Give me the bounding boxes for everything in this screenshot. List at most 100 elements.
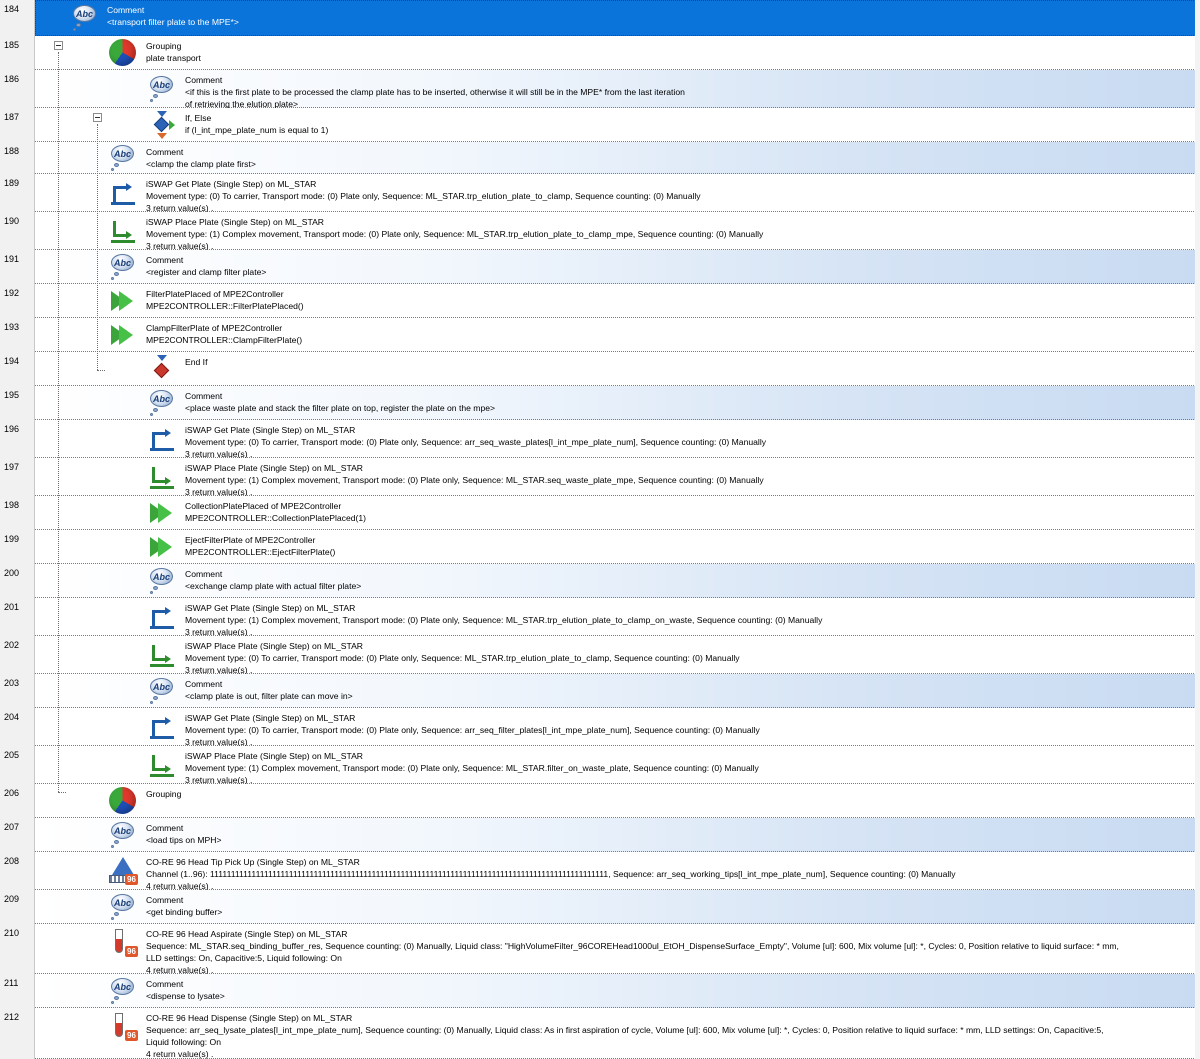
collapse-toggle[interactable] <box>93 113 102 122</box>
line-number: 204 <box>4 712 20 722</box>
line-number-gutter: 207 <box>0 818 35 852</box>
step-row[interactable]: 194 End If <box>0 352 1200 386</box>
step-description: Comment <exchange clamp plate with actual… <box>185 568 1196 592</box>
step-description: Comment <clamp plate is out, filter plate… <box>185 678 1196 702</box>
line-number-gutter: 184 <box>0 0 35 36</box>
step-row[interactable]: 199 EjectFilterPlate of MPE2Controller MPE… <box>0 530 1200 564</box>
step-row[interactable]: 184 Abc Comment <transport filter plate to … <box>0 0 1200 36</box>
step-title: iSWAP Get Plate (Single Step) on ML_STAR <box>185 425 356 435</box>
comment-icon: Abc <box>108 143 138 173</box>
step-title: Comment <box>146 895 184 905</box>
step-detail: <if this is the first plate to be proces… <box>185 87 685 97</box>
line-number-gutter: 208 <box>0 852 35 890</box>
step-title: EjectFilterPlate of MPE2Controller <box>185 535 316 545</box>
library-call-icon <box>108 286 138 316</box>
step-row[interactable]: 201 iSWAP Get Plate (Single Step) on ML_S… <box>0 598 1200 638</box>
step-description: Comment <register and clamp filter plate> <box>146 254 1196 278</box>
step-row[interactable]: 208 96 CO-RE 96 Head Tip Pick Up (Single S… <box>0 852 1200 891</box>
line-number: 194 <box>4 356 20 366</box>
line-number-gutter: 185 <box>0 36 35 70</box>
step-row[interactable]: 196 iSWAP Get Plate (Single Step) on ML_S… <box>0 420 1200 460</box>
step-row[interactable]: 192 FilterPlatePlaced of MPE2Controller MP… <box>0 284 1200 318</box>
step-row[interactable]: 206 Grouping <box>0 784 1200 818</box>
step-row[interactable]: 189 iSWAP Get Plate (Single Step) on ML_S… <box>0 174 1200 213</box>
step-row[interactable]: 211 Abc Comment <dispense to lysate> <box>0 974 1200 1008</box>
step-title: CO-RE 96 Head Aspirate (Single Step) on … <box>146 929 348 939</box>
line-number: 186 <box>4 74 20 84</box>
step-row[interactable]: 195 Abc Comment <place waste plate and stac… <box>0 386 1200 420</box>
step-detail: <load tips on MPH> <box>146 835 222 845</box>
step-detail: <register and clamp filter plate> <box>146 267 267 277</box>
line-number: 206 <box>4 788 20 798</box>
step-row[interactable]: 193 ClampFilterPlate of MPE2Controller MPE… <box>0 318 1200 352</box>
step-row[interactable]: 188 Abc Comment <clamp the clamp plate firs… <box>0 142 1200 174</box>
step-detail: <dispense to lysate> <box>146 991 225 1001</box>
step-row[interactable]: 186 Abc Comment <if this is the first plate… <box>0 70 1200 109</box>
line-number: 190 <box>4 216 20 226</box>
step-description: End If <box>185 356 1196 368</box>
step-row[interactable]: 205 iSWAP Place Plate (Single Step) on ML… <box>0 746 1200 786</box>
step-row[interactable]: 212 96 CO-RE 96 Head Dispense (Single Step… <box>0 1008 1200 1059</box>
line-number-gutter: 189 <box>0 174 35 212</box>
step-row[interactable]: 210 96 CO-RE 96 Head Aspirate (Single Step… <box>0 924 1200 975</box>
collapse-toggle[interactable] <box>54 41 63 50</box>
line-number-gutter: 203 <box>0 674 35 708</box>
iswap-get-plate-icon <box>147 712 177 742</box>
core96-dispense-icon: 96 <box>108 1012 138 1042</box>
channel-badge: 96 <box>125 1030 138 1041</box>
step-row[interactable]: 200 Abc Comment <exchange clamp plate with … <box>0 564 1200 598</box>
step-title: Grouping <box>146 41 182 51</box>
comment-icon: Abc <box>108 252 138 282</box>
tree-line <box>58 52 59 792</box>
step-detail: <clamp the clamp plate first> <box>146 159 256 169</box>
step-row[interactable]: 191 Abc Comment <register and clamp filter … <box>0 250 1200 284</box>
line-number: 191 <box>4 254 20 264</box>
step-title: iSWAP Place Plate (Single Step) on ML_ST… <box>185 641 364 651</box>
step-title: iSWAP Place Plate (Single Step) on ML_ST… <box>185 463 364 473</box>
step-description: iSWAP Get Plate (Single Step) on ML_STAR… <box>185 602 1196 638</box>
step-title: Comment <box>146 255 184 265</box>
step-title: Comment <box>185 569 223 579</box>
step-title: CO-RE 96 Head Tip Pick Up (Single Step) … <box>146 857 360 867</box>
line-number: 188 <box>4 146 20 156</box>
step-row[interactable]: 190 iSWAP Place Plate (Single Step) on ML… <box>0 212 1200 251</box>
library-call-icon <box>147 498 177 528</box>
step-description: iSWAP Get Plate (Single Step) on ML_STAR… <box>185 424 1196 460</box>
step-title: iSWAP Get Plate (Single Step) on ML_STAR <box>185 603 356 613</box>
line-number-gutter: 199 <box>0 530 35 564</box>
method-editor[interactable]: 184 Abc Comment <transport filter plate to … <box>0 0 1200 1059</box>
line-number: 212 <box>4 1012 20 1022</box>
step-description: Grouping <box>146 788 1196 800</box>
step-title: If, Else <box>185 113 212 123</box>
end-if-icon <box>147 354 177 384</box>
step-row[interactable]: 204 iSWAP Get Plate (Single Step) on ML_S… <box>0 708 1200 748</box>
step-row[interactable]: 209 Abc Comment <get binding buffer> <box>0 890 1200 924</box>
line-number: 210 <box>4 928 20 938</box>
library-call-icon <box>147 532 177 562</box>
line-number: 203 <box>4 678 20 688</box>
step-row[interactable]: 203 Abc Comment <clamp plate is out, filter… <box>0 674 1200 708</box>
step-description: Comment <load tips on MPH> <box>146 822 1196 846</box>
line-number: 185 <box>4 40 20 50</box>
step-row[interactable]: 187 If, Else if (l_int_mpe_plate_num is eq… <box>0 108 1200 142</box>
line-number: 196 <box>4 424 20 434</box>
line-number: 192 <box>4 288 20 298</box>
step-detail: <clamp plate is out, filter plate can mo… <box>185 691 353 701</box>
step-row[interactable]: 197 iSWAP Place Plate (Single Step) on ML… <box>0 458 1200 497</box>
step-description: iSWAP Get Plate (Single Step) on ML_STAR… <box>185 712 1196 748</box>
line-number: 208 <box>4 856 20 866</box>
step-row[interactable]: 185 Grouping plate transport <box>0 36 1200 70</box>
comment-icon: Abc <box>147 566 177 596</box>
step-row[interactable]: 198 CollectionPlatePlaced of MPE2Controll… <box>0 496 1200 530</box>
step-row[interactable]: 207 Abc Comment <load tips on MPH> <box>0 818 1200 852</box>
step-description: iSWAP Place Plate (Single Step) on ML_ST… <box>185 640 1196 676</box>
step-title: iSWAP Place Plate (Single Step) on ML_ST… <box>185 751 364 761</box>
step-description: iSWAP Place Plate (Single Step) on ML_ST… <box>185 750 1196 786</box>
step-detail: MPE2CONTROLLER::CollectionPlatePlaced(1) <box>185 513 367 523</box>
step-row[interactable]: 202 iSWAP Place Plate (Single Step) on ML… <box>0 636 1200 676</box>
step-title: Comment <box>185 75 223 85</box>
line-number-gutter: 211 <box>0 974 35 1008</box>
line-number: 195 <box>4 390 20 400</box>
step-description: CO-RE 96 Head Dispense (Single Step) on … <box>146 1012 1196 1059</box>
vertical-scrollbar[interactable] <box>1195 0 1200 1059</box>
